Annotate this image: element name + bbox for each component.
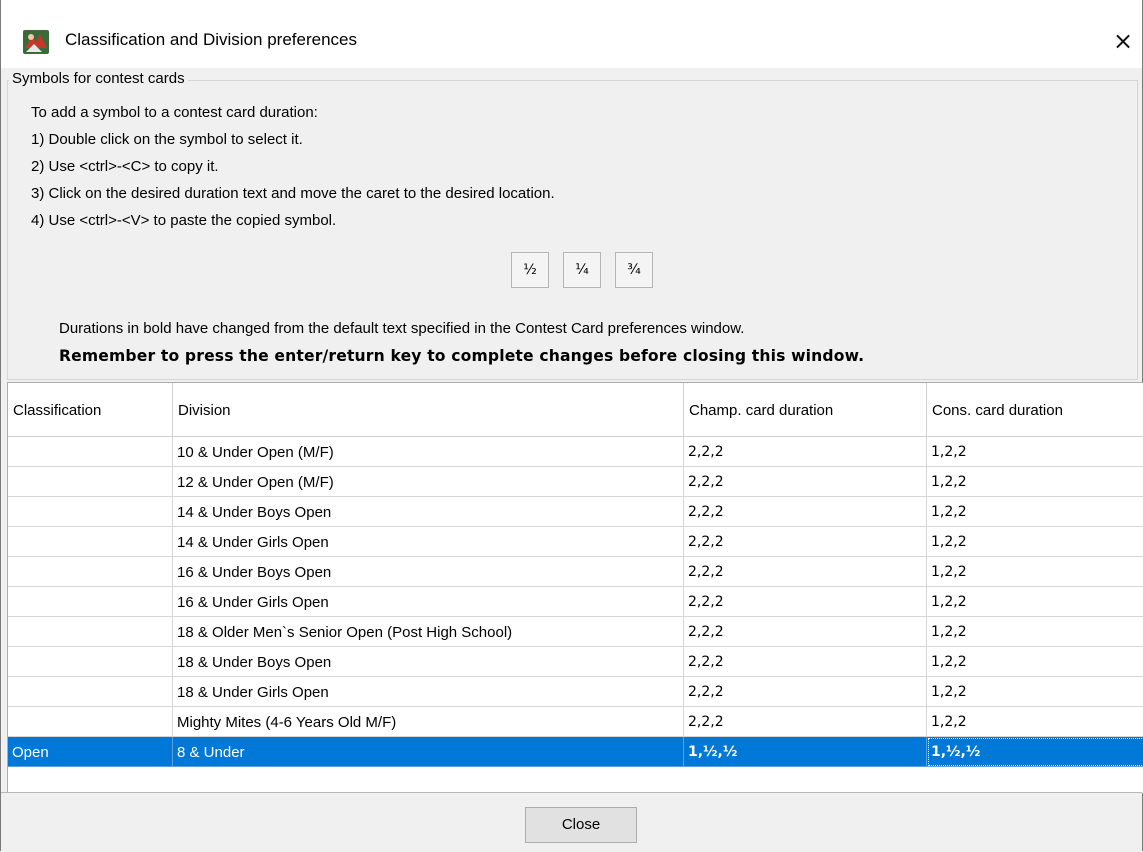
cell-champ-duration[interactable]: 2,2,2: [684, 647, 927, 677]
cell-champ-duration[interactable]: 2,2,2: [684, 527, 927, 557]
instruction-line: 4) Use <ctrl>-<V> to paste the copied sy…: [31, 212, 337, 229]
window-title: Classification and Division preferences: [65, 30, 357, 49]
table-row[interactable]: Open 8 & Under 1,½,½ 1,½,½: [8, 737, 1143, 767]
table-row[interactable]: 14 & Under Girls Open 2,2,2 1,2,2: [8, 527, 1143, 557]
cell-division[interactable]: 18 & Under Girls Open: [173, 677, 684, 707]
cell-cons-duration[interactable]: 1,½,½: [927, 737, 1143, 767]
title-bar: Classification and Division preferences …: [1, 0, 1142, 68]
cell-classification[interactable]: [8, 707, 173, 737]
column-header-classification[interactable]: Classification: [8, 383, 173, 437]
symbol-three-quarters-button[interactable]: ¾: [615, 252, 653, 288]
table-row[interactable]: 18 & Under Boys Open 2,2,2 1,2,2: [8, 647, 1143, 677]
table-row[interactable]: Mighty Mites (4-6 Years Old M/F) 2,2,2 1,2…: [8, 707, 1143, 737]
instruction-line: 2) Use <ctrl>-<C> to copy it.: [31, 158, 219, 175]
durations-note: Durations in bold have changed from the …: [59, 320, 745, 337]
cell-champ-duration[interactable]: 2,2,2: [684, 587, 927, 617]
cell-division[interactable]: 18 & Older Men`s Senior Open (Post High …: [173, 617, 684, 647]
cell-division[interactable]: 14 & Under Girls Open: [173, 527, 684, 557]
cell-cons-duration[interactable]: 1,2,2: [927, 587, 1143, 617]
instruction-line: To add a symbol to a contest card durati…: [31, 104, 318, 121]
cell-champ-duration[interactable]: 1,½,½: [684, 737, 927, 767]
instruction-line: 1) Double click on the symbol to select …: [31, 131, 303, 148]
cell-cons-duration[interactable]: 1,2,2: [927, 647, 1143, 677]
cell-cons-duration[interactable]: 1,2,2: [927, 617, 1143, 647]
preferences-dialog: Classification and Division preferences …: [0, 0, 1143, 851]
cell-division[interactable]: 10 & Under Open (M/F): [173, 437, 684, 467]
cell-classification[interactable]: [8, 497, 173, 527]
table-row[interactable]: 18 & Older Men`s Senior Open (Post High …: [8, 617, 1143, 647]
close-icon[interactable]: ×: [1109, 26, 1137, 56]
divisions-table: Classification Division Champ. card dura…: [7, 382, 1143, 793]
symbol-half-button[interactable]: ½: [511, 252, 549, 288]
cell-division[interactable]: 8 & Under: [173, 737, 684, 767]
cell-cons-duration[interactable]: 1,2,2: [927, 467, 1143, 497]
cell-division[interactable]: Mighty Mites (4-6 Years Old M/F): [173, 707, 684, 737]
cell-cons-duration[interactable]: 1,2,2: [927, 677, 1143, 707]
table-row[interactable]: 12 & Under Open (M/F) 2,2,2 1,2,2: [8, 467, 1143, 497]
cell-champ-duration[interactable]: 2,2,2: [684, 437, 927, 467]
cell-classification[interactable]: [8, 647, 173, 677]
cell-classification[interactable]: [8, 617, 173, 647]
close-button[interactable]: Close: [525, 807, 637, 843]
cell-cons-duration[interactable]: 1,2,2: [927, 497, 1143, 527]
column-header-division[interactable]: Division: [173, 383, 684, 437]
cell-classification[interactable]: Open: [8, 737, 173, 767]
cell-classification[interactable]: [8, 587, 173, 617]
table-row[interactable]: 18 & Under Girls Open 2,2,2 1,2,2: [8, 677, 1143, 707]
cell-champ-duration[interactable]: 2,2,2: [684, 707, 927, 737]
cell-champ-duration[interactable]: 2,2,2: [684, 677, 927, 707]
table-row[interactable]: 14 & Under Boys Open 2,2,2 1,2,2: [8, 497, 1143, 527]
column-header-champ-duration[interactable]: Champ. card duration: [684, 383, 927, 437]
cell-cons-duration[interactable]: 1,2,2: [927, 437, 1143, 467]
instruction-line: 3) Click on the desired duration text an…: [31, 185, 555, 202]
cell-champ-duration[interactable]: 2,2,2: [684, 617, 927, 647]
cell-champ-duration[interactable]: 2,2,2: [684, 467, 927, 497]
cell-classification[interactable]: [8, 437, 173, 467]
dialog-footer: Close: [1, 792, 1142, 851]
app-icon: [23, 30, 49, 54]
table-row[interactable]: 16 & Under Boys Open 2,2,2 1,2,2: [8, 557, 1143, 587]
table-row[interactable]: 10 & Under Open (M/F) 2,2,2 1,2,2: [8, 437, 1143, 467]
table-row[interactable]: 16 & Under Girls Open 2,2,2 1,2,2: [8, 587, 1143, 617]
cell-division[interactable]: 16 & Under Girls Open: [173, 587, 684, 617]
cell-division[interactable]: 18 & Under Boys Open: [173, 647, 684, 677]
table-header: Classification Division Champ. card dura…: [8, 383, 1143, 437]
enter-key-reminder: Remember to press the enter/return key t…: [59, 347, 865, 365]
symbols-panel: Symbols for contest cards To add a symbo…: [7, 68, 1138, 380]
cell-classification[interactable]: [8, 677, 173, 707]
symbols-legend: Symbols for contest cards: [9, 70, 188, 87]
cell-division[interactable]: 16 & Under Boys Open: [173, 557, 684, 587]
cell-cons-duration[interactable]: 1,2,2: [927, 707, 1143, 737]
cell-cons-duration[interactable]: 1,2,2: [927, 557, 1143, 587]
cell-classification[interactable]: [8, 467, 173, 497]
column-header-cons-duration[interactable]: Cons. card duration: [927, 383, 1143, 437]
cell-classification[interactable]: [8, 557, 173, 587]
cell-division[interactable]: 12 & Under Open (M/F): [173, 467, 684, 497]
cell-champ-duration[interactable]: 2,2,2: [684, 497, 927, 527]
cell-classification[interactable]: [8, 527, 173, 557]
symbol-quarter-button[interactable]: ¼: [563, 252, 601, 288]
cell-champ-duration[interactable]: 2,2,2: [684, 557, 927, 587]
cell-cons-duration[interactable]: 1,2,2: [927, 527, 1143, 557]
cell-division[interactable]: 14 & Under Boys Open: [173, 497, 684, 527]
